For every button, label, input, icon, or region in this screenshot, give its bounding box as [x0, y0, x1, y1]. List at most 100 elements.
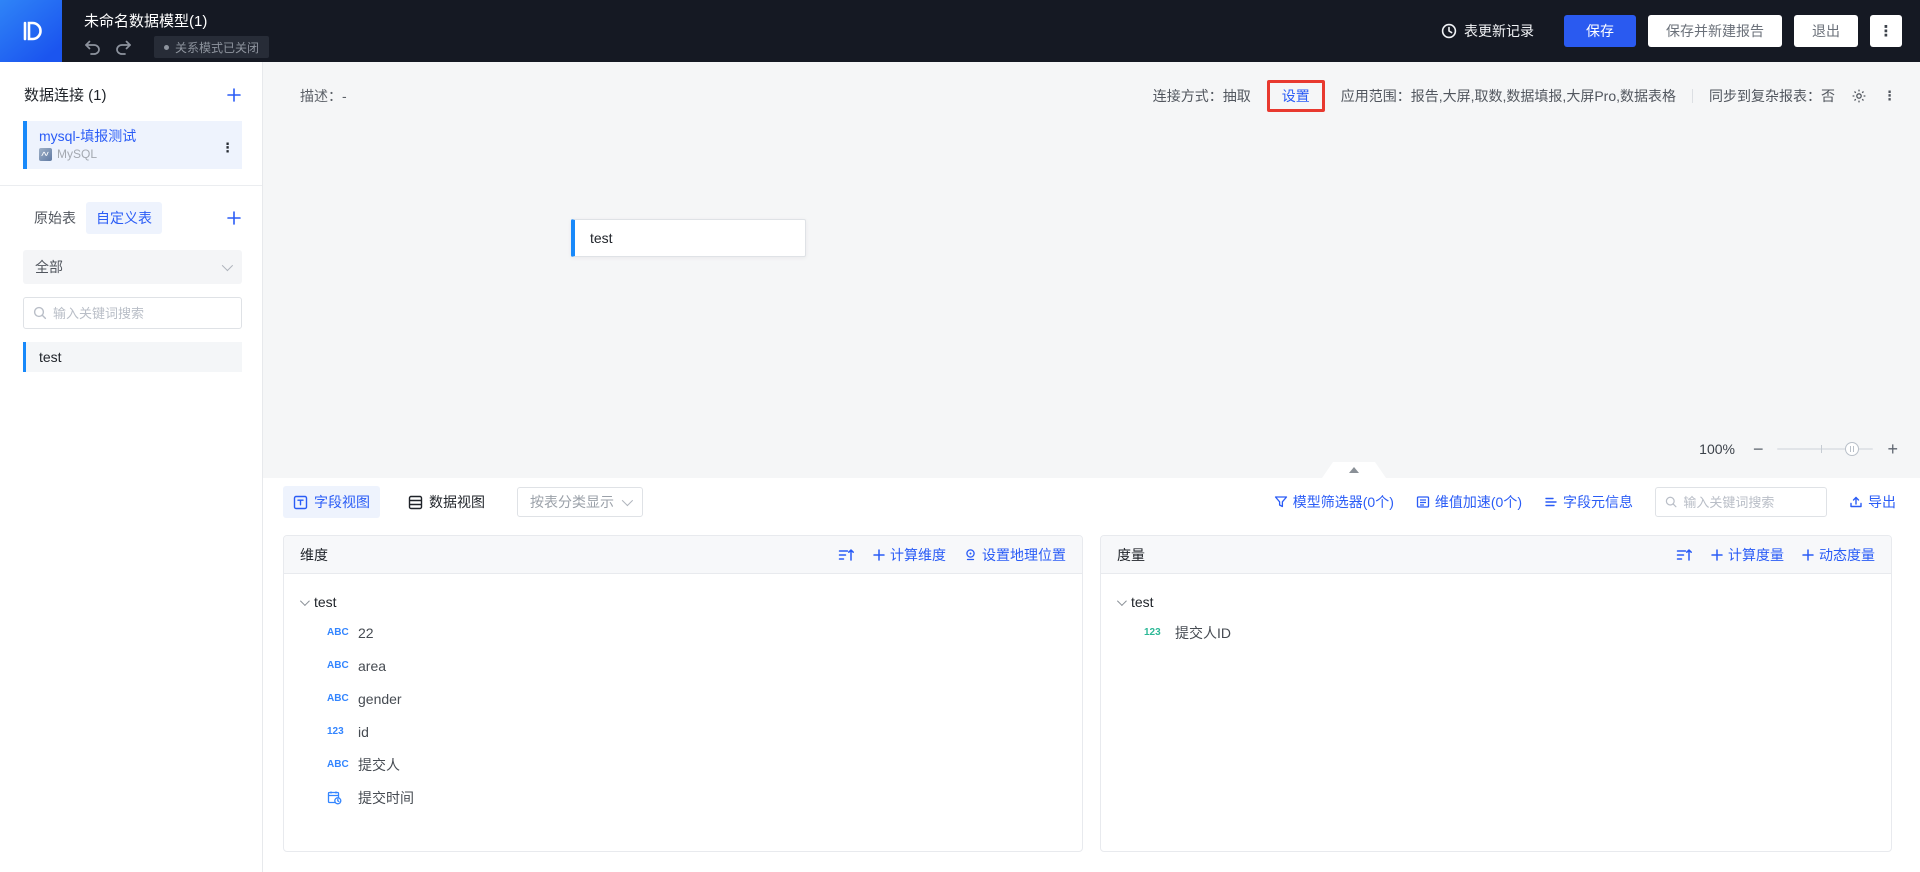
add-dynamic-measure-button[interactable]: 动态度量: [1802, 545, 1875, 565]
sort-button[interactable]: [1676, 548, 1693, 562]
zoom-out-button[interactable]: −: [1753, 440, 1764, 458]
dimension-accel-link[interactable]: 维值加速(0个): [1416, 492, 1522, 512]
chevron-down-icon: [221, 259, 234, 272]
add-calc-measure-button[interactable]: 计算度量: [1711, 545, 1784, 565]
canvas-table-node-test[interactable]: test: [571, 219, 806, 257]
add-calc-measure-label: 计算度量: [1728, 546, 1784, 563]
connection-more-icon[interactable]: ⋮: [221, 141, 234, 155]
dimension-field-row[interactable]: 123 id: [300, 715, 1066, 748]
sidebar-search-input[interactable]: [53, 305, 232, 321]
connect-mode-label: 连接方式：抽取: [1152, 88, 1251, 104]
measure-field-row[interactable]: 123 提交人ID: [1117, 616, 1875, 649]
bottom-search-input[interactable]: [1683, 494, 1817, 510]
settings-link[interactable]: 设置: [1282, 86, 1310, 106]
sync-complex-report-label: 同步到复杂报表：否: [1709, 88, 1835, 104]
text-type-icon: ABC: [327, 693, 349, 704]
tab-original-tables[interactable]: 原始表: [24, 202, 86, 234]
canvas-more-icon[interactable]: ⋮: [1883, 89, 1896, 103]
caret-down-icon: [299, 595, 310, 606]
slider-handle[interactable]: [1845, 442, 1860, 456]
plus-icon: [873, 548, 885, 561]
save-and-new-report-button[interactable]: 保存并新建报告: [1648, 15, 1782, 47]
add-dynamic-measure-label: 动态度量: [1819, 546, 1875, 563]
dimension-field-row[interactable]: 提交时间: [300, 781, 1066, 814]
set-geo-label: 设置地理位置: [982, 546, 1066, 563]
field-label: 提交人ID: [1175, 624, 1231, 641]
connection-item-mysql[interactable]: mysql-填报测试 MySQL ⋮: [23, 121, 242, 169]
panel-collapse-handle[interactable]: [1322, 462, 1386, 478]
table-filter-select[interactable]: 全部: [23, 250, 242, 284]
plus-icon: [227, 211, 241, 225]
left-sidebar: 数据连接 (1) mysql-填报测试 MySQL ⋮ 原始表 自定义表 全部 …: [0, 62, 263, 872]
sidebar-table-item-test[interactable]: test: [23, 342, 242, 372]
number-type-icon: 123: [327, 726, 344, 737]
plus-icon: [1802, 548, 1814, 561]
toolbar-divider: [1692, 89, 1693, 103]
kebab-icon: ⋮: [1878, 23, 1894, 40]
field-meta-label: 字段元信息: [1563, 494, 1633, 510]
zoom-slider[interactable]: [1777, 442, 1874, 456]
field-label: 提交人: [358, 756, 400, 773]
search-icon: [33, 306, 47, 320]
plus-icon: [1711, 548, 1723, 561]
measure-group-row[interactable]: test: [1116, 588, 1875, 616]
mysql-icon: [39, 147, 52, 161]
sidebar-divider: [0, 185, 262, 186]
undo-icon[interactable]: [84, 40, 101, 55]
redo-icon[interactable]: [115, 40, 132, 55]
chevron-down-icon: [621, 494, 634, 507]
display-mode-select[interactable]: 按表分类显示: [517, 487, 643, 517]
add-connection-button[interactable]: [226, 87, 242, 103]
text-type-icon: ABC: [327, 759, 349, 770]
field-meta-link[interactable]: 字段元信息: [1544, 492, 1633, 512]
field-view-icon: [293, 495, 308, 509]
search-icon: [1665, 496, 1677, 508]
app-logo[interactable]: [0, 0, 62, 62]
location-pin-icon: [966, 548, 975, 560]
filter-icon: [1274, 496, 1287, 508]
clock-icon: [1441, 23, 1457, 39]
add-calc-dimension-label: 计算维度: [890, 546, 946, 563]
table-update-log-label: 表更新记录: [1464, 23, 1534, 39]
zoom-level-label: 100%: [1699, 441, 1735, 457]
dimension-group-row[interactable]: test: [299, 588, 1066, 616]
dimensions-panel: 维度 计算维度 设置地理位置 test ABC 22 ABC area ABC …: [283, 535, 1083, 852]
relation-mode-badge: 关系模式已关闭: [154, 36, 270, 58]
model-canvas[interactable]: 描述：- 连接方式：抽取 设置 应用范围：报告,大屏,取数,数据填报,大屏Pro…: [263, 62, 1920, 478]
export-link[interactable]: 导出: [1849, 492, 1896, 512]
zoom-in-button[interactable]: +: [1887, 440, 1898, 458]
tab-field-view[interactable]: 字段视图: [283, 486, 380, 518]
tab-data-view-label: 数据视图: [429, 494, 485, 510]
dimensions-tree: test ABC 22 ABC area ABC gender 123 id A…: [284, 574, 1082, 828]
header-more-button[interactable]: ⋮: [1870, 15, 1902, 47]
measures-tree: test 123 提交人ID: [1101, 574, 1891, 663]
display-mode-value: 按表分类显示: [530, 494, 614, 510]
exit-button[interactable]: 退出: [1794, 15, 1858, 47]
model-filter-link[interactable]: 模型筛选器(0个): [1274, 492, 1394, 512]
add-calc-dimension-button[interactable]: 计算维度: [873, 545, 946, 565]
bottom-panel: 字段视图 数据视图 按表分类显示 模型筛选器(0个) 维值加速(0个) 字段元信…: [263, 478, 1920, 872]
table-update-log-button[interactable]: 表更新记录: [1441, 21, 1534, 41]
gear-icon[interactable]: [1851, 88, 1867, 104]
plus-icon: [227, 87, 241, 102]
save-button[interactable]: 保存: [1564, 15, 1636, 47]
dimension-field-row[interactable]: ABC area: [300, 649, 1066, 682]
export-icon: [1850, 496, 1862, 508]
tab-data-view[interactable]: 数据视图: [398, 486, 495, 518]
field-label: 提交时间: [358, 789, 414, 806]
add-custom-table-button[interactable]: [226, 210, 242, 226]
dimension-field-row[interactable]: ABC 22: [300, 616, 1066, 649]
scope-label: 应用范围：报告,大屏,取数,数据填报,大屏Pro,数据表格: [1340, 88, 1676, 104]
tab-custom-tables[interactable]: 自定义表: [86, 202, 162, 234]
connection-type-label: MySQL: [57, 147, 98, 161]
sort-button[interactable]: [838, 548, 855, 562]
arrow-up-icon: [1349, 467, 1359, 473]
caret-down-icon: [1116, 595, 1127, 606]
dimension-field-row[interactable]: ABC gender: [300, 682, 1066, 715]
set-geo-button[interactable]: 设置地理位置: [964, 545, 1066, 565]
table-filter-value: 全部: [35, 259, 63, 275]
tab-field-view-label: 字段视图: [314, 494, 370, 510]
dimension-accel-label: 维值加速(0个): [1434, 494, 1522, 510]
app-window: 未命名数据模型(1) 关系模式已关闭 表更新记录 保存 保存并新建报告 退出 ⋮: [0, 0, 1920, 872]
dimension-field-row[interactable]: ABC 提交人: [300, 748, 1066, 781]
